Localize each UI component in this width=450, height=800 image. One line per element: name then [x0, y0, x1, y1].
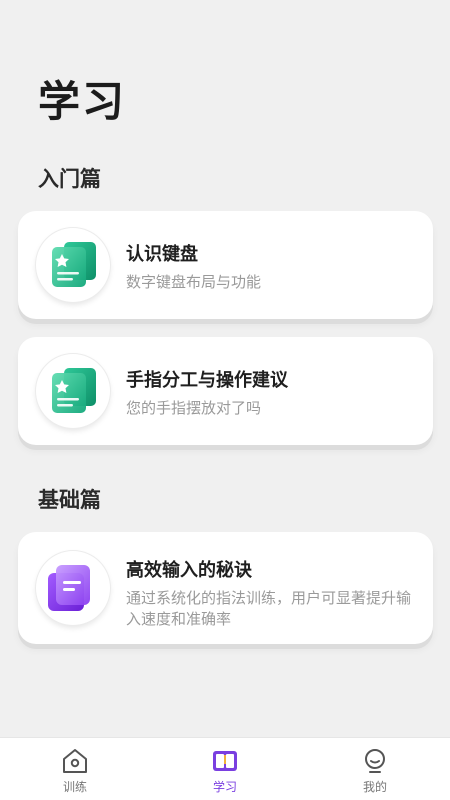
document-star-icon	[52, 368, 96, 413]
tab-training[interactable]: 训练	[0, 738, 150, 800]
card-subtitle: 您的手指摆放对了吗	[126, 399, 262, 417]
tab-label: 我的	[362, 780, 387, 794]
card-icon-wrapper	[36, 354, 110, 428]
page-title: 学习	[38, 77, 127, 126]
lesson-card-efficient-input[interactable]: 高效输入的秘诀 通过系统化的指法训练，用户可显著提升输入速度和准确率	[18, 532, 433, 644]
card-subtitle: 通过系统化的指法训练，用户可显著提升输入速度和准确率	[126, 589, 412, 628]
lesson-card-keyboard[interactable]: 认识键盘 数字键盘布局与功能	[18, 211, 433, 319]
bottom-tab-bar: 训练 学习 我的	[0, 737, 450, 800]
card-title: 高效输入的秘诀	[126, 560, 252, 581]
section-title-basics: 基础篇	[38, 488, 101, 512]
card-subtitle: 数字键盘布局与功能	[126, 273, 262, 291]
book-icon	[213, 751, 237, 771]
tab-mine[interactable]: 我的	[300, 738, 450, 800]
tab-label: 训练	[62, 780, 87, 794]
document-star-icon	[52, 242, 96, 287]
card-title: 手指分工与操作建议	[126, 370, 288, 391]
profile-icon	[365, 749, 385, 773]
section-title-intro: 入门篇	[38, 167, 101, 191]
tab-label: 学习	[212, 780, 237, 794]
card-icon-wrapper	[36, 551, 110, 625]
card-icon-wrapper	[36, 228, 110, 302]
tab-study[interactable]: 学习	[150, 738, 300, 800]
card-title: 认识键盘	[126, 244, 198, 265]
lesson-card-finger-positions[interactable]: 手指分工与操作建议 您的手指摆放对了吗	[18, 337, 433, 445]
notebook-icon	[48, 565, 90, 611]
home-icon	[63, 749, 87, 773]
